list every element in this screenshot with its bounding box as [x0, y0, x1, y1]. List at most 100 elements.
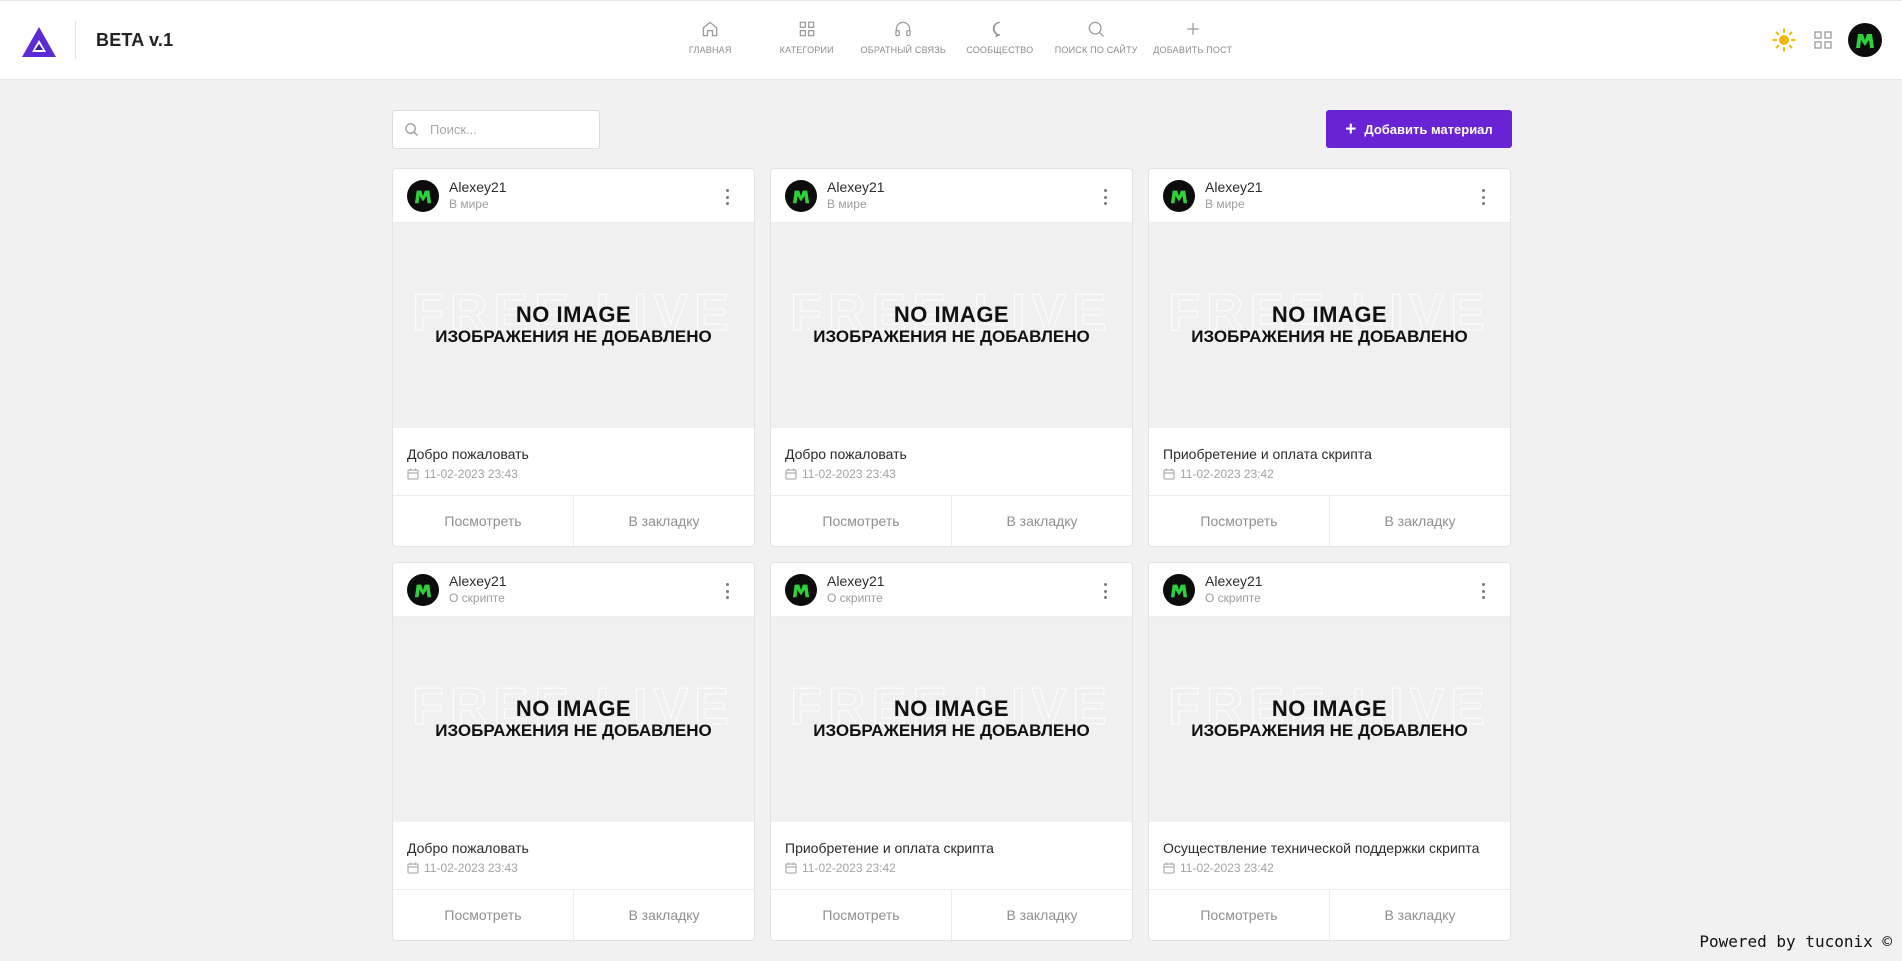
- view-button[interactable]: Посмотреть: [771, 496, 951, 546]
- post-title[interactable]: Осуществление технической поддержки скри…: [1163, 838, 1496, 859]
- card-body: Осуществление технической поддержки скри…: [1149, 822, 1510, 890]
- post-image-placeholder[interactable]: FREE LIVE NO IMAGE ИЗОБРАЖЕНИЯ НЕ ДОБАВЛ…: [1149, 223, 1510, 428]
- calendar-icon: [785, 862, 797, 874]
- category-label[interactable]: О скрипте: [449, 590, 507, 606]
- post-image-placeholder[interactable]: FREE LIVE NO IMAGE ИЗОБРАЖЕНИЯ НЕ ДОБАВЛ…: [771, 617, 1132, 822]
- nav-item-categories[interactable]: Категории: [759, 19, 856, 55]
- bookmark-button[interactable]: В закладку: [951, 890, 1132, 940]
- no-image-subtitle: ИЗОБРАЖЕНИЯ НЕ ДОБАВЛЕНО: [813, 327, 1090, 346]
- category-label[interactable]: В мире: [449, 196, 507, 212]
- nav-item-home[interactable]: Главная: [662, 19, 759, 55]
- card-actions: Посмотреть В закладку: [771, 496, 1132, 546]
- category-label[interactable]: О скрипте: [1205, 590, 1263, 606]
- card-actions: Посмотреть В закладку: [1149, 890, 1510, 940]
- nav-item-community[interactable]: Сообщество: [952, 19, 1049, 55]
- header-right: [1772, 23, 1882, 57]
- card-header: Alexey21 В мире: [771, 169, 1132, 223]
- bookmark-button[interactable]: В закладку: [573, 496, 754, 546]
- view-button[interactable]: Посмотреть: [1149, 890, 1329, 940]
- bookmark-button[interactable]: В закладку: [573, 890, 754, 940]
- post-image-placeholder[interactable]: FREE LIVE NO IMAGE ИЗОБРАЖЕНИЯ НЕ ДОБАВЛ…: [393, 223, 754, 428]
- view-button[interactable]: Посмотреть: [393, 496, 573, 546]
- headphones-icon: [895, 21, 911, 37]
- more-options-icon[interactable]: [1482, 189, 1486, 205]
- view-button[interactable]: Посмотреть: [393, 890, 573, 940]
- logo-icon[interactable]: [20, 25, 58, 59]
- card-body: Приобретение и оплата скрипта 11-02-2023…: [1149, 428, 1510, 496]
- card-actions: Посмотреть В закладку: [393, 496, 754, 546]
- post-image-placeholder[interactable]: FREE LIVE NO IMAGE ИЗОБРАЖЕНИЯ НЕ ДОБАВЛ…: [1149, 617, 1510, 822]
- no-image-title: NO IMAGE: [515, 302, 632, 327]
- more-options-icon[interactable]: [1482, 583, 1486, 599]
- author-name[interactable]: Alexey21: [449, 179, 507, 196]
- author-avatar[interactable]: [785, 179, 817, 212]
- search-input[interactable]: [430, 122, 590, 137]
- post-date: 11-02-2023 23:43: [407, 467, 740, 481]
- chat-icon: [992, 21, 1000, 38]
- avatar-logo-icon: [1856, 34, 1874, 48]
- author-name[interactable]: Alexey21: [1205, 179, 1263, 196]
- grid-icon: [799, 21, 815, 37]
- author-avatar[interactable]: [1163, 179, 1195, 212]
- apps-grid-icon[interactable]: [1814, 31, 1832, 49]
- post-card: Alexey21 О скрипте FREE LIVE NO IMAGE ИЗ…: [770, 562, 1133, 941]
- more-options-icon[interactable]: [726, 189, 730, 205]
- more-options-icon[interactable]: [726, 583, 730, 599]
- bookmark-button[interactable]: В закладку: [951, 496, 1132, 546]
- nav-item-feedback[interactable]: Обратный связь: [855, 19, 952, 55]
- calendar-icon: [407, 862, 419, 874]
- post-title[interactable]: Добро пожаловать: [407, 838, 740, 859]
- post-image-placeholder[interactable]: FREE LIVE NO IMAGE ИЗОБРАЖЕНИЯ НЕ ДОБАВЛ…: [771, 223, 1132, 428]
- author-name[interactable]: Alexey21: [449, 573, 507, 590]
- author-avatar[interactable]: [1163, 573, 1195, 606]
- view-button[interactable]: Посмотреть: [1149, 496, 1329, 546]
- category-label[interactable]: В мире: [1205, 196, 1263, 212]
- author-avatar[interactable]: [785, 573, 817, 606]
- category-label[interactable]: В мире: [827, 196, 885, 212]
- add-material-button[interactable]: + Добавить материал: [1326, 110, 1512, 148]
- card-body: Добро пожаловать 11-02-2023 23:43: [393, 822, 754, 890]
- post-title[interactable]: Добро пожаловать: [785, 444, 1118, 465]
- author-name[interactable]: Alexey21: [1205, 573, 1263, 590]
- author-name[interactable]: Alexey21: [827, 179, 885, 196]
- post-title[interactable]: Приобретение и оплата скрипта: [785, 838, 1118, 859]
- more-options-icon[interactable]: [1104, 583, 1108, 599]
- card-header: Alexey21 О скрипте: [393, 563, 754, 617]
- nav-label: Обратный связь: [860, 45, 946, 55]
- post-date: 11-02-2023 23:43: [785, 467, 1118, 481]
- no-image-title: NO IMAGE: [893, 302, 1010, 327]
- post-date: 11-02-2023 23:42: [1163, 467, 1496, 481]
- post-date: 11-02-2023 23:42: [785, 861, 1118, 875]
- view-button[interactable]: Посмотреть: [771, 890, 951, 940]
- post-title[interactable]: Приобретение и оплата скрипта: [1163, 444, 1496, 465]
- search-field[interactable]: [392, 110, 600, 149]
- category-label[interactable]: О скрипте: [827, 590, 885, 606]
- plus-icon: [1186, 23, 1199, 35]
- no-image-subtitle: ИЗОБРАЖЕНИЯ НЕ ДОБАВЛЕНО: [1191, 721, 1468, 740]
- calendar-icon: [407, 468, 419, 480]
- search-icon: [405, 123, 419, 137]
- nav-item-site-search[interactable]: Поиск по сайту: [1048, 19, 1145, 55]
- nav-item-add-post[interactable]: Добавить пост: [1145, 19, 1242, 55]
- bookmark-button[interactable]: В закладку: [1329, 890, 1510, 940]
- no-image-subtitle: ИЗОБРАЖЕНИЯ НЕ ДОБАВЛЕНО: [435, 327, 712, 346]
- nav-label: Добавить пост: [1153, 45, 1233, 55]
- nav-label: Сообщество: [966, 45, 1034, 55]
- author-name[interactable]: Alexey21: [827, 573, 885, 590]
- card-actions: Посмотреть В закладку: [771, 890, 1132, 940]
- no-image-subtitle: ИЗОБРАЖЕНИЯ НЕ ДОБАВЛЕНО: [435, 721, 712, 740]
- sun-icon[interactable]: [1772, 28, 1796, 52]
- user-avatar[interactable]: [1848, 23, 1882, 57]
- author-avatar[interactable]: [407, 179, 439, 212]
- card-actions: Посмотреть В закладку: [393, 890, 754, 940]
- post-image-placeholder[interactable]: FREE LIVE NO IMAGE ИЗОБРАЖЕНИЯ НЕ ДОБАВЛ…: [393, 617, 754, 822]
- post-date: 11-02-2023 23:42: [1163, 861, 1496, 875]
- author-avatar[interactable]: [407, 573, 439, 606]
- more-options-icon[interactable]: [1104, 189, 1108, 205]
- card-body: Добро пожаловать 11-02-2023 23:43: [393, 428, 754, 496]
- bookmark-button[interactable]: В закладку: [1329, 496, 1510, 546]
- post-date: 11-02-2023 23:43: [407, 861, 740, 875]
- brand-title[interactable]: BETA v.1: [96, 30, 173, 51]
- card-body: Добро пожаловать 11-02-2023 23:43: [771, 428, 1132, 496]
- post-title[interactable]: Добро пожаловать: [407, 444, 740, 465]
